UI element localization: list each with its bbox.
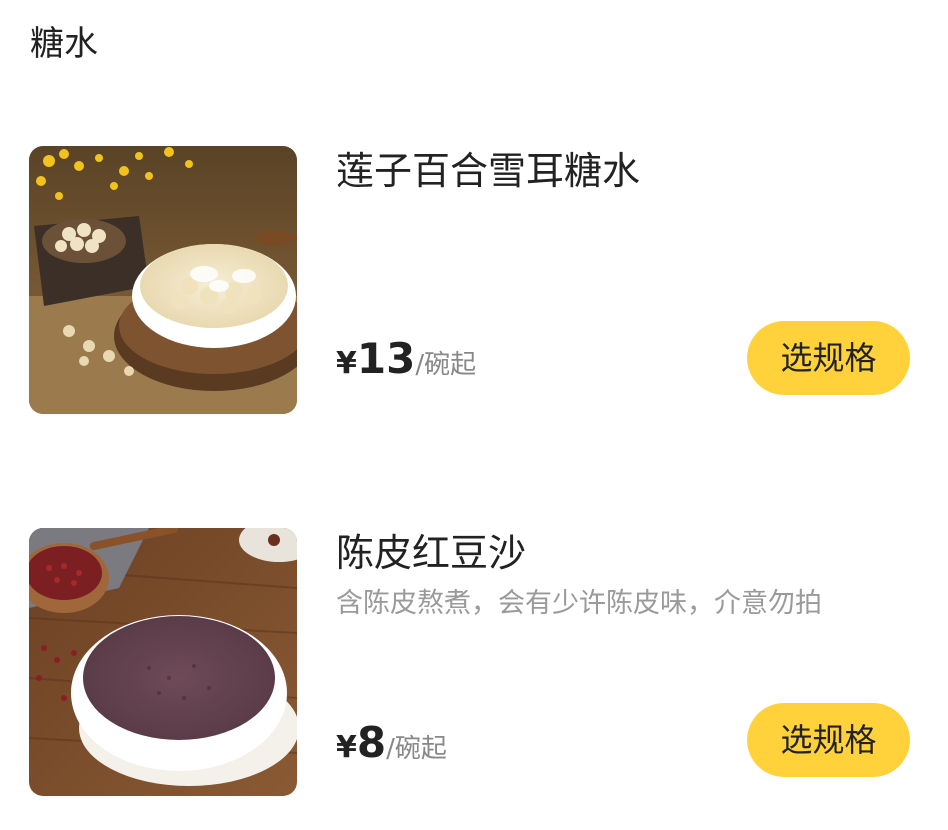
product-name[interactable]: 陈皮红豆沙: [336, 530, 526, 576]
product-image[interactable]: [29, 146, 297, 414]
select-spec-button[interactable]: 选规格: [747, 703, 910, 777]
product-description: 含陈皮熬煮，会有少许陈皮味，介意勿拍: [336, 588, 822, 619]
price-unit: /碗起: [415, 350, 477, 380]
product-card[interactable]: 莲子百合雪耳糖水 ¥13/碗起 选规格: [0, 146, 948, 416]
product-price: ¥8/碗起: [336, 718, 447, 768]
price-amount: 13: [356, 334, 416, 383]
select-spec-button[interactable]: 选规格: [747, 321, 910, 395]
product-price: ¥13/碗起: [336, 334, 476, 384]
currency-symbol: ¥: [336, 346, 357, 381]
currency-symbol: ¥: [336, 730, 357, 765]
price-amount: 8: [356, 718, 387, 767]
section-title: 糖水: [30, 24, 98, 64]
product-name[interactable]: 莲子百合雪耳糖水: [336, 148, 640, 194]
product-card[interactable]: 陈皮红豆沙 含陈皮熬煮，会有少许陈皮味，介意勿拍 ¥8/碗起 选规格: [0, 528, 948, 798]
price-unit: /碗起: [386, 734, 447, 764]
product-image[interactable]: [29, 528, 297, 796]
